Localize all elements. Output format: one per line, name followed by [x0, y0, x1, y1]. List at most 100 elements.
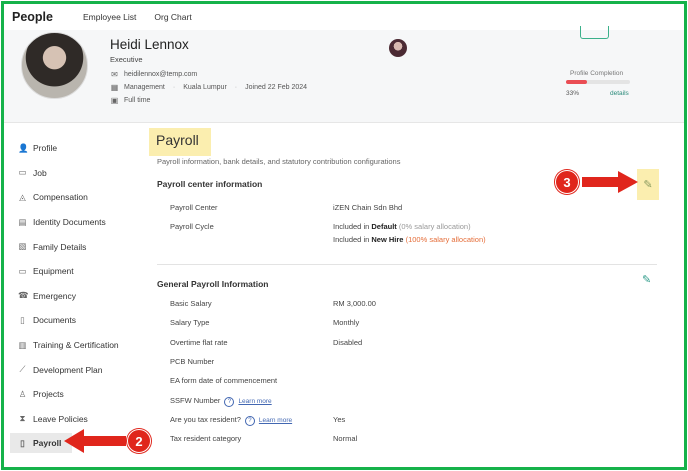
payroll-center-value: iZEN Chain Sdn Bhd — [333, 203, 403, 212]
general-row-label: Tax resident category — [170, 434, 242, 444]
sidebar-item-projects[interactable]: ♙ Projects — [10, 382, 134, 407]
payroll-cycle-line-1: Included in Default (0% salary allocatio… — [333, 222, 471, 231]
sidebar-item-label: Family Details — [33, 241, 87, 252]
sidebar-item-label: Payroll — [33, 438, 62, 449]
sidebar-item-label: Identity Documents — [33, 217, 106, 228]
briefcase-icon: ▭ — [18, 167, 27, 178]
general-row-label: PCB Number — [170, 356, 215, 366]
employee-department: Management — [124, 84, 165, 91]
header-action-button[interactable] — [580, 26, 609, 39]
mail-icon: ✉ — [111, 70, 118, 79]
document-icon: ▯ — [20, 314, 25, 325]
payroll-center-title: Payroll center information — [157, 179, 263, 189]
sidebar-item-label: Equipment — [33, 266, 74, 277]
step-3-badge: 3 — [555, 170, 579, 194]
step-2-callout: 2 — [64, 429, 151, 453]
step-2-badge: 2 — [127, 429, 151, 453]
sidebar-item-label: Leave Policies — [33, 413, 88, 424]
hourglass-icon: ⧗ — [19, 413, 26, 424]
sidebar-item-label: Training & Certification — [33, 340, 119, 351]
page-title: Payroll — [156, 132, 199, 148]
sidebar-item-identity-documents[interactable]: ▤ Identity Documents — [10, 210, 134, 235]
certificate-icon: ▥ — [18, 339, 27, 350]
tab-org-chart[interactable]: Org Chart — [154, 12, 191, 22]
sidebar: 👤 Profile ▭ Job ◬ Compensation ▤ Identity Docum… — [10, 136, 134, 454]
building-icon: ▦ — [110, 83, 119, 92]
general-row-label: Overtime flat rate — [170, 337, 228, 347]
employee-location: Kuala Lumpur — [183, 84, 227, 91]
general-row-value: Monthly — [333, 318, 360, 328]
manager-avatar[interactable] — [389, 39, 407, 57]
sidebar-item-development-plan[interactable]: ⟋ Development Plan — [10, 357, 134, 382]
sidebar-item-emergency[interactable]: ☎ Emergency — [10, 284, 134, 309]
org-row: ▦ Management · Kuala Lumpur · Joined 22 … — [110, 83, 308, 92]
employment-type: Full time — [124, 97, 151, 104]
brand-title: People — [12, 10, 53, 24]
payroll-center-label: Payroll Center — [170, 203, 218, 212]
payroll-cycle-label: Payroll Cycle — [170, 222, 214, 231]
family-icon: ▧ — [18, 241, 27, 252]
employment-row: ▣ Full time — [110, 96, 151, 105]
payroll-icon: ▯ — [20, 437, 25, 448]
payroll-cycle-line-2: Included in New Hire (100% salary alloca… — [333, 235, 486, 244]
profile-completion-label: Profile Completion — [570, 70, 624, 77]
chart-icon: ⟋ — [19, 364, 26, 375]
employee-joined: Joined 22 Feb 2024 — [245, 84, 308, 91]
project-icon: ♙ — [18, 388, 27, 399]
pencil-icon: ✎ — [642, 274, 652, 286]
email-row: ✉ heidilennox@temp.com — [110, 70, 197, 79]
sidebar-item-job[interactable]: ▭ Job — [10, 161, 134, 186]
sidebar-item-label: Documents — [33, 315, 76, 326]
red-arrow-left-icon — [64, 429, 126, 453]
help-icon[interactable]: ? — [224, 396, 235, 407]
phone-icon: ☎ — [18, 290, 29, 301]
profile-completion-details-link[interactable]: details — [610, 90, 629, 97]
profile-completion-percent: 33% — [566, 90, 580, 97]
edit-general-payroll-button[interactable]: ✎ — [642, 273, 651, 286]
employee-position: Executive — [110, 55, 143, 64]
learn-more-link[interactable]: Learn more — [259, 417, 292, 424]
help-icon[interactable]: ? — [244, 415, 255, 426]
general-row-label: Are you tax resident?? Learn more — [170, 414, 293, 426]
sidebar-item-compensation[interactable]: ◬ Compensation — [10, 185, 134, 210]
briefcase-icon: ▣ — [110, 96, 119, 105]
general-row-label: Basic Salary — [170, 299, 212, 308]
app-frame: People Employee List Org Chart Heidi Len… — [1, 1, 687, 470]
sidebar-item-label: Projects — [33, 389, 64, 400]
general-row-value: Normal — [333, 434, 358, 444]
employee-email[interactable]: heidilennox@temp.com — [124, 71, 197, 78]
id-card-icon: ▤ — [18, 216, 27, 227]
general-row-value: RM 3,000.00 — [333, 299, 376, 308]
sidebar-item-family-details[interactable]: ▧ Family Details — [10, 234, 134, 259]
sidebar-item-label: Emergency — [33, 290, 76, 301]
red-arrow-right-icon — [582, 171, 638, 193]
step-3-callout: 3 — [555, 170, 638, 194]
general-row-value: Yes — [333, 414, 346, 424]
page-subtitle: Payroll information, bank details, and s… — [157, 157, 401, 166]
sidebar-item-equipment[interactable]: ▭ Equipment — [10, 259, 134, 284]
pencil-icon: ✎ — [643, 179, 653, 191]
general-row-label: Salary Type — [170, 318, 210, 328]
profile-completion-bar — [566, 80, 630, 84]
tab-employee-list[interactable]: Employee List — [83, 12, 136, 22]
person-icon: 👤 — [18, 142, 29, 153]
general-row-label: SSFW Number? Learn more — [170, 395, 272, 407]
laptop-icon: ▭ — [18, 265, 27, 276]
general-row-value: Disabled — [333, 337, 363, 347]
edit-payroll-center-button[interactable]: ✎ — [637, 169, 659, 200]
sidebar-item-payroll[interactable]: ▯ Payroll — [10, 433, 72, 454]
sidebar-item-leave-policies[interactable]: ⧗ Leave Policies — [10, 407, 134, 432]
sidebar-item-label: Development Plan — [33, 364, 103, 375]
sidebar-item-label: Job — [33, 167, 47, 178]
profile-completion-fill — [566, 80, 588, 84]
sidebar-item-label: Profile — [33, 143, 58, 154]
sidebar-item-profile[interactable]: 👤 Profile — [10, 136, 134, 161]
employee-header: Heidi Lennox Executive ✉ heidilennox@tem… — [4, 26, 684, 123]
employee-name: Heidi Lennox — [110, 37, 189, 52]
avatar — [21, 32, 88, 99]
sidebar-item-documents[interactable]: ▯ Documents — [10, 308, 134, 333]
learn-more-link[interactable]: Learn more — [238, 398, 271, 405]
money-bag-icon: ◬ — [19, 191, 26, 202]
section-divider — [157, 264, 657, 265]
sidebar-item-training-certification[interactable]: ▥ Training & Certification — [10, 333, 134, 358]
